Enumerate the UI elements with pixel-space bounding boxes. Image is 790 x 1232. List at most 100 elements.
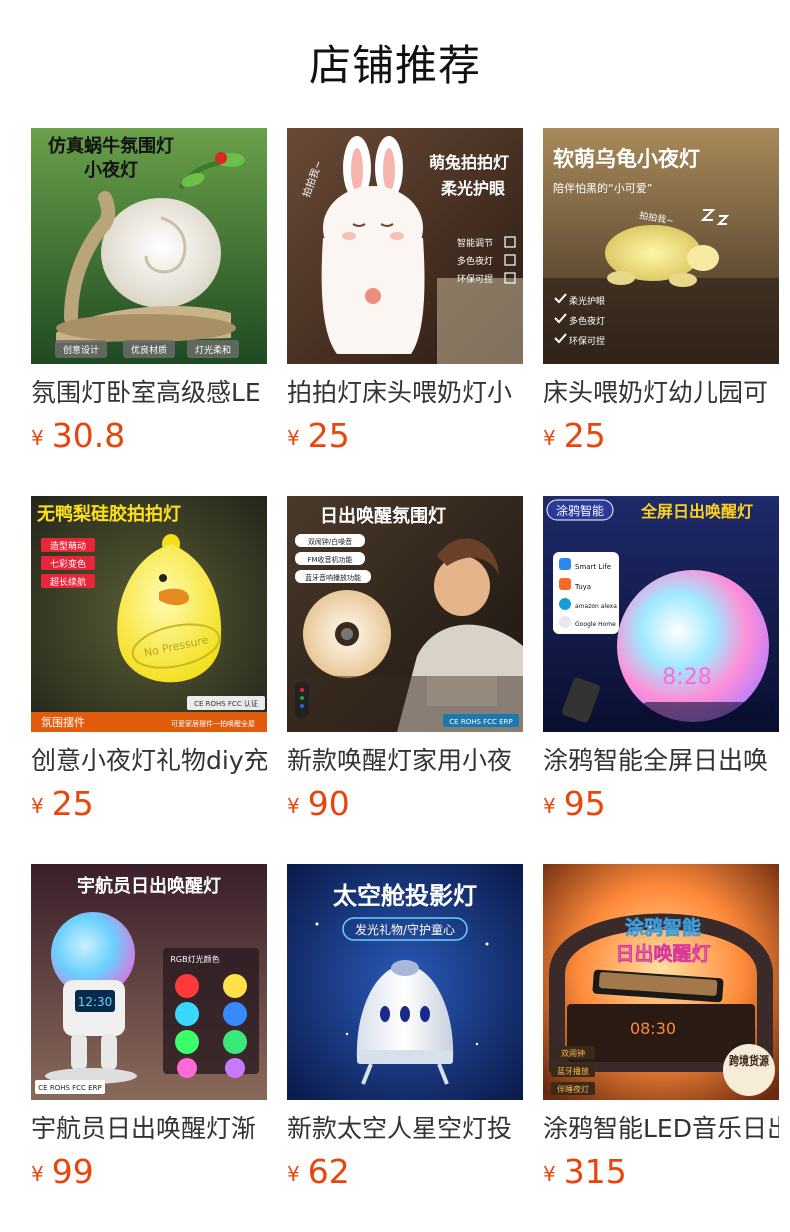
image-headline: 涂鸦智能 bbox=[625, 916, 701, 939]
product-image[interactable]: 创意设计 优良材质 灯光柔和 仿真蜗牛氛围灯 小夜灯 bbox=[31, 128, 267, 364]
image-headline: 日出唤醒氛围灯 bbox=[320, 505, 446, 527]
image-tag: 造型萌动 bbox=[50, 540, 86, 552]
product-image[interactable]: 宇航员日出唤醒灯 12:30 RGB灯光颜色 CE ROHS FCC ERP bbox=[31, 864, 267, 1100]
price-amount: 25 bbox=[307, 416, 350, 455]
image-headline: 萌兔拍拍灯 bbox=[429, 153, 509, 172]
image-tag: Smart Life bbox=[575, 563, 611, 571]
product-card[interactable]: 拍拍我~ 萌兔拍拍灯 柔光护眼 智能调节 多色夜灯 环保可捏 拍拍灯床头喂奶灯小… bbox=[287, 128, 523, 458]
product-image[interactable]: 太空舱投影灯 发光礼物/守护童心 bbox=[287, 864, 523, 1100]
image-tag: Tuya bbox=[574, 583, 591, 591]
currency-symbol: ¥ bbox=[31, 1162, 44, 1186]
image-tag: 柔光护眼 bbox=[569, 295, 605, 307]
image-footer-note: 可爱家居摆件一拍唤醒全屋 bbox=[171, 719, 255, 728]
image-subline: 陪伴怕黑的“小可爱” bbox=[553, 181, 652, 195]
product-image[interactable]: 日出唤醒氛围灯 双闹钟/白噪音 FM收音机功能 蓝牙音响播放功能 CE ROHS… bbox=[287, 496, 523, 732]
currency-symbol: ¥ bbox=[543, 794, 556, 818]
price-amount: 315 bbox=[563, 1152, 627, 1191]
image-tag: 七彩变色 bbox=[50, 558, 86, 570]
image-clock: 12:30 bbox=[78, 995, 113, 1009]
product-card[interactable]: 涂鸦智能 日出唤醒灯 08:30 双闹钟 蓝牙播放 伴睡夜灯 跨境货源 涂鸦智能… bbox=[543, 864, 779, 1194]
image-badge: 跨境货源 bbox=[729, 1053, 769, 1068]
product-image[interactable]: 软萌乌龟小夜灯 陪伴怕黑的“小可爱” 拍拍我~ 柔光护眼 多色夜灯 环保可捏 bbox=[543, 128, 779, 364]
image-footer: 氛围摆件 bbox=[41, 715, 85, 729]
price-amount: 30.8 bbox=[51, 416, 126, 455]
product-card[interactable]: 涂鸦智能 全屏日出唤醒灯 Smart Life Tuya amazon alex… bbox=[543, 496, 779, 826]
image-clock: 08:30 bbox=[630, 1019, 676, 1038]
product-name[interactable]: 床头喂奶灯幼儿园可 bbox=[543, 376, 779, 410]
product-price: ¥95 bbox=[543, 784, 606, 824]
image-tag: 双闹钟/白噪音 bbox=[308, 537, 352, 546]
product-name[interactable]: 涂鸦智能全屏日出唤 bbox=[543, 744, 779, 778]
product-image[interactable]: No Pressure 无鸭梨硅胶拍拍灯 造型萌动 七彩变色 超长续航 CE R… bbox=[31, 496, 267, 732]
product-price: ¥25 bbox=[287, 416, 350, 456]
image-tag: 超长续航 bbox=[50, 576, 86, 588]
image-tag: 多色夜灯 bbox=[457, 255, 493, 267]
product-price: ¥25 bbox=[543, 416, 606, 456]
image-badge: 涂鸦智能 bbox=[556, 503, 604, 518]
image-headline: 软萌乌龟小夜灯 bbox=[553, 147, 700, 171]
image-tag: Google Home bbox=[575, 621, 616, 628]
product-name[interactable]: 拍拍灯床头喂奶灯小 bbox=[287, 376, 523, 410]
image-tag: FM收音机功能 bbox=[307, 555, 352, 564]
image-tag: 蓝牙音响播放功能 bbox=[305, 573, 361, 582]
image-headline: 仿真蜗牛氛围灯 bbox=[48, 135, 174, 157]
image-subline: 柔光护眼 bbox=[440, 179, 505, 198]
image-headline: 太空舱投影灯 bbox=[333, 882, 477, 910]
price-amount: 25 bbox=[563, 416, 606, 455]
section-title: 店铺推荐 bbox=[308, 41, 481, 90]
product-card[interactable]: 宇航员日出唤醒灯 12:30 RGB灯光颜色 CE ROHS FCC ERP 宇… bbox=[31, 864, 267, 1194]
product-price: ¥315 bbox=[543, 1152, 627, 1192]
product-name[interactable]: 创意小夜灯礼物diy充 bbox=[31, 744, 267, 778]
image-headline: 宇航员日出唤醒灯 bbox=[77, 875, 221, 897]
currency-symbol: ¥ bbox=[543, 426, 556, 450]
price-amount: 95 bbox=[563, 784, 606, 823]
price-amount: 25 bbox=[51, 784, 94, 823]
currency-symbol: ¥ bbox=[287, 1162, 300, 1186]
image-cert: CE ROHS FCC ERP bbox=[449, 718, 512, 726]
product-card[interactable]: 软萌乌龟小夜灯 陪伴怕黑的“小可爱” 拍拍我~ 柔光护眼 多色夜灯 环保可捏 床… bbox=[543, 128, 779, 458]
image-subline: 日出唤醒灯 bbox=[615, 942, 710, 965]
product-image[interactable]: 涂鸦智能 全屏日出唤醒灯 Smart Life Tuya amazon alex… bbox=[543, 496, 779, 732]
image-tag: 双闹钟 bbox=[561, 1048, 585, 1058]
product-name[interactable]: 宇航员日出唤醒灯渐 bbox=[31, 1112, 267, 1146]
product-image[interactable]: 拍拍我~ 萌兔拍拍灯 柔光护眼 智能调节 多色夜灯 环保可捏 bbox=[287, 128, 523, 364]
image-tag: 多色夜灯 bbox=[569, 315, 605, 327]
image-tag: 环保可捏 bbox=[457, 273, 493, 285]
image-cert: CE ROHS FCC ERP bbox=[38, 1084, 101, 1092]
currency-symbol: ¥ bbox=[287, 794, 300, 818]
price-amount: 90 bbox=[307, 784, 350, 823]
currency-symbol: ¥ bbox=[31, 426, 44, 450]
image-tag: 灯光柔和 bbox=[195, 344, 231, 356]
image-subline: 发光礼物/守护童心 bbox=[355, 922, 455, 937]
product-name[interactable]: 新款唤醒灯家用小夜 bbox=[287, 744, 523, 778]
product-image[interactable]: 涂鸦智能 日出唤醒灯 08:30 双闹钟 蓝牙播放 伴睡夜灯 跨境货源 bbox=[543, 864, 779, 1100]
image-tag: 创意设计 bbox=[63, 344, 99, 356]
image-tag: 优良材质 bbox=[131, 344, 167, 356]
image-cert: CE ROHS FCC 认证 bbox=[194, 699, 258, 708]
product-name[interactable]: 氛围灯卧室高级感LE bbox=[31, 376, 267, 410]
currency-symbol: ¥ bbox=[543, 1162, 556, 1186]
currency-symbol: ¥ bbox=[31, 794, 44, 818]
price-amount: 62 bbox=[307, 1152, 350, 1191]
image-subline: RGB灯光颜色 bbox=[170, 954, 219, 964]
product-price: ¥62 bbox=[287, 1152, 350, 1192]
product-card[interactable]: 日出唤醒氛围灯 双闹钟/白噪音 FM收音机功能 蓝牙音响播放功能 CE ROHS… bbox=[287, 496, 523, 826]
product-card[interactable]: 创意设计 优良材质 灯光柔和 仿真蜗牛氛围灯 小夜灯 氛围灯卧室高级感LE ¥3… bbox=[31, 128, 267, 458]
image-tag: 伴睡夜灯 bbox=[557, 1084, 589, 1094]
image-tag: amazon alexa bbox=[575, 603, 617, 610]
currency-symbol: ¥ bbox=[287, 426, 300, 450]
price-amount: 99 bbox=[51, 1152, 94, 1191]
image-headline: 全屏日出唤醒灯 bbox=[640, 502, 753, 521]
image-tag: 智能调节 bbox=[457, 237, 493, 249]
product-name[interactable]: 新款太空人星空灯投 bbox=[287, 1112, 523, 1146]
product-price: ¥25 bbox=[31, 784, 94, 824]
product-price: ¥99 bbox=[31, 1152, 94, 1192]
product-price: ¥30.8 bbox=[31, 416, 125, 456]
product-name[interactable]: 涂鸦智能LED音乐日出 bbox=[543, 1112, 779, 1146]
product-price: ¥90 bbox=[287, 784, 350, 824]
image-subline: 小夜灯 bbox=[84, 159, 138, 181]
product-card[interactable]: 太空舱投影灯 发光礼物/守护童心 新款太空人星空灯投 ¥62 bbox=[287, 864, 523, 1194]
image-headline: 无鸭梨硅胶拍拍灯 bbox=[37, 503, 181, 525]
product-card[interactable]: No Pressure 无鸭梨硅胶拍拍灯 造型萌动 七彩变色 超长续航 CE R… bbox=[31, 496, 267, 826]
image-tag: 环保可捏 bbox=[569, 335, 605, 347]
